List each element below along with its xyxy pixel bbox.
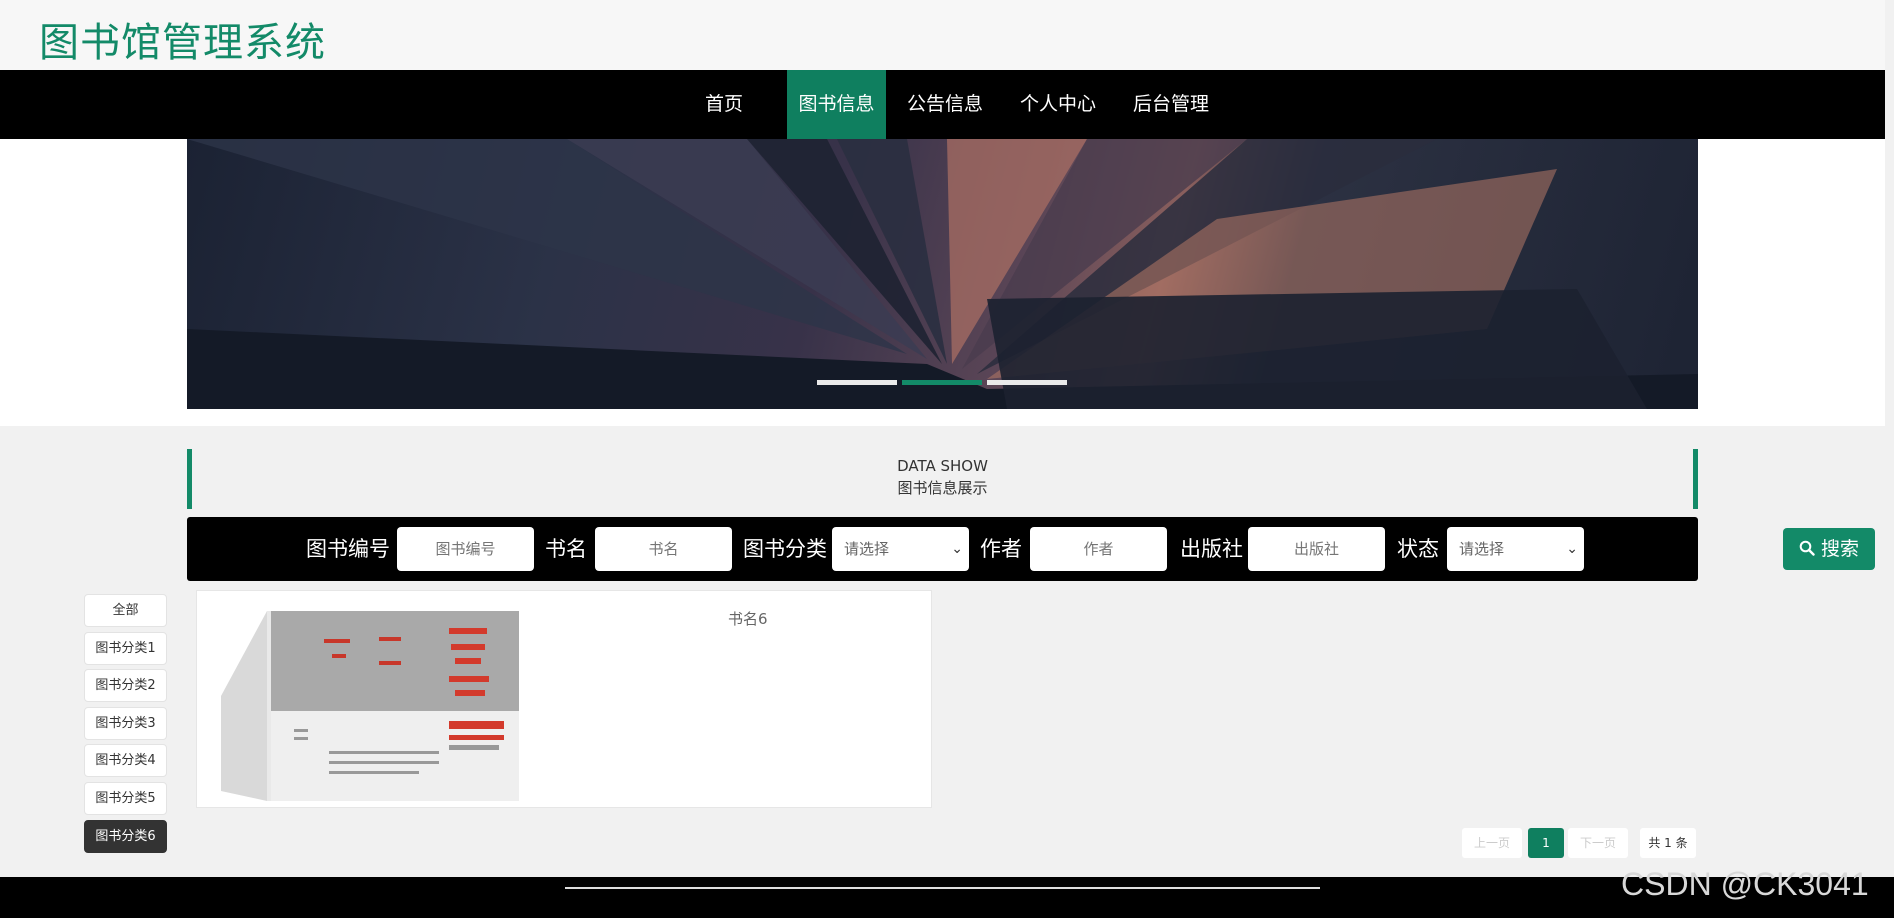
status-select[interactable]: 请选择 ⌄	[1447, 527, 1584, 571]
carousel-dot-3[interactable]	[987, 380, 1067, 385]
book-cover-image	[221, 611, 519, 801]
footer-divider	[565, 887, 1320, 889]
nav-item-home[interactable]: 首页	[697, 70, 751, 139]
footer	[0, 877, 1894, 918]
carousel-dot-2[interactable]	[902, 380, 982, 385]
banner-book-image	[187, 139, 1698, 409]
book-no-input[interactable]	[397, 527, 534, 571]
category-select-value: 请选择	[844, 540, 890, 558]
publisher-label: 出版社	[1180, 537, 1243, 561]
category-select[interactable]: 请选择 ⌄	[832, 527, 969, 571]
category-item-1[interactable]: 图书分类1	[84, 632, 167, 665]
nav-item-admin[interactable]: 后台管理	[1132, 70, 1210, 139]
status-select-value: 请选择	[1459, 540, 1505, 558]
category-item-all[interactable]: 全部	[84, 594, 167, 627]
book-no-label: 图书编号	[306, 537, 390, 561]
category-item-4[interactable]: 图书分类4	[84, 744, 167, 777]
watermark: CSDN @CK3041	[1621, 866, 1869, 902]
search-icon	[1799, 540, 1815, 556]
nav-item-notices[interactable]: 公告信息	[906, 70, 984, 139]
category-item-6[interactable]: 图书分类6	[84, 820, 167, 853]
book-name: 书名6	[728, 610, 768, 628]
category-label: 图书分类	[743, 537, 827, 561]
site-header: 图书馆管理系统	[0, 0, 1885, 70]
search-bar: 图书编号 书名 图书分类 请选择 ⌄ 作者 出版社 状态 请选择 ⌄ 搜索	[187, 517, 1875, 581]
category-item-5[interactable]: 图书分类5	[84, 782, 167, 815]
pager-total: 共 1 条	[1640, 828, 1696, 858]
carousel-dot-1[interactable]	[817, 380, 897, 385]
section-title-en: DATA SHOW	[897, 457, 988, 475]
search-button-label: 搜索	[1821, 538, 1860, 560]
search-button[interactable]: 搜索	[1783, 528, 1875, 570]
category-item-3[interactable]: 图书分类3	[84, 707, 167, 740]
chevron-down-icon: ⌄	[1566, 541, 1578, 557]
book-card[interactable]: 书名6	[196, 590, 932, 808]
book-name-input[interactable]	[595, 527, 732, 571]
site-title: 图书馆管理系统	[39, 20, 326, 66]
section-title: DATA SHOW 图书信息展示	[187, 449, 1698, 509]
pager-next[interactable]: 下一页	[1568, 828, 1628, 858]
section-title-cn: 图书信息展示	[897, 479, 988, 497]
author-input[interactable]	[1030, 527, 1167, 571]
chevron-down-icon: ⌄	[951, 541, 963, 557]
pager-page-1[interactable]: 1	[1528, 828, 1564, 858]
pager-prev[interactable]: 上一页	[1462, 828, 1522, 858]
banner-carousel[interactable]	[187, 139, 1698, 409]
book-name-label: 书名	[545, 537, 587, 561]
publisher-input[interactable]	[1248, 527, 1385, 571]
nav-item-profile[interactable]: 个人中心	[1019, 70, 1097, 139]
status-label: 状态	[1397, 537, 1439, 561]
nav-item-books[interactable]: 图书信息	[787, 70, 886, 139]
category-item-2[interactable]: 图书分类2	[84, 669, 167, 702]
main-nav: 首页 图书信息 公告信息 个人中心 后台管理	[0, 70, 1885, 139]
author-label: 作者	[980, 537, 1022, 561]
